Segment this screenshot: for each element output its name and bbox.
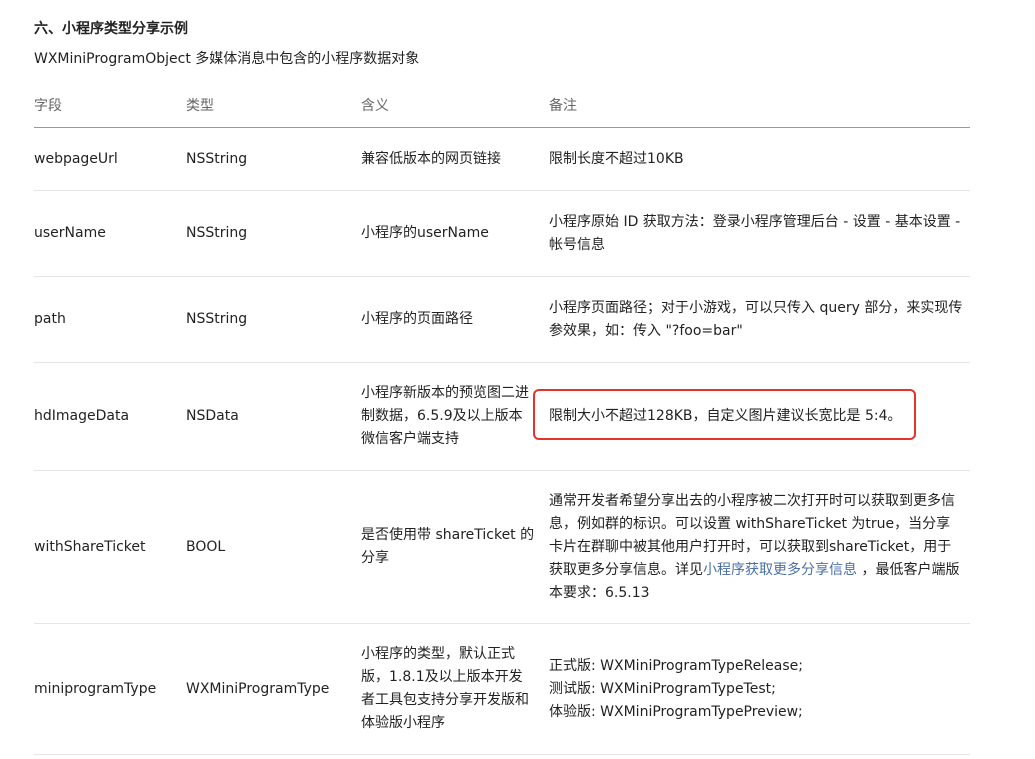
share-info-link[interactable]: 小程序获取更多分享信息 bbox=[703, 562, 857, 578]
note-cell: 限制长度不超过10KB bbox=[549, 127, 970, 191]
field-cell: webpageUrl bbox=[34, 127, 186, 191]
table-row: miniprogramType WXMiniProgramType 小程序的类型… bbox=[34, 623, 970, 755]
table-row: withShareTicket BOOL 是否使用带 shareTicket 的… bbox=[34, 470, 970, 624]
meaning-text: 小程序新版本的预览图二进制数据，6.5.9及以上版本微信客户端支持 bbox=[361, 385, 529, 447]
header-type: 类型 bbox=[186, 83, 361, 128]
note-text: 小程序原始 ID 获取方法：登录小程序管理后台 - 设置 - 基本设置 - 帐号… bbox=[549, 213, 961, 253]
section-title: 六、小程序类型分享示例 bbox=[34, 21, 188, 37]
table-header-row: 字段 类型 含义 备注 bbox=[34, 83, 970, 128]
note-text: 小程序页面路径；对于小游戏，可以只传入 query 部分，来实现传参效果，如：传… bbox=[549, 299, 963, 339]
meaning-text: 是否使用带 shareTicket 的分享 bbox=[361, 527, 535, 566]
field-cell: path bbox=[34, 276, 186, 363]
meaning-text: 小程序的类型，默认正式版，1.8.1及以上版本开发者工具包支持分享开发版和体验版… bbox=[361, 646, 529, 731]
meaning-cell: 小程序的页面路径 bbox=[361, 276, 549, 363]
note-cell: 小程序页面路径；对于小游戏，可以只传入 query 部分，来实现传参效果，如：传… bbox=[549, 276, 970, 363]
type-cell: WXMiniProgramType bbox=[186, 623, 361, 755]
meaning-cell: 小程序新版本的预览图二进制数据，6.5.9及以上版本微信客户端支持 bbox=[361, 362, 549, 471]
note-text: 正式版: WXMiniProgramTypeRelease; 测试版: WXMi… bbox=[549, 655, 970, 724]
header-field: 字段 bbox=[34, 83, 186, 128]
meaning-cell: 是否使用带 shareTicket 的分享 bbox=[361, 470, 549, 624]
type-cell: BOOL bbox=[186, 470, 361, 624]
table-row: path NSString 小程序的页面路径 小程序页面路径；对于小游戏，可以只… bbox=[34, 276, 970, 363]
type-cell: NSString bbox=[186, 190, 361, 277]
note-line-test: 测试版: WXMiniProgramTypeTest; bbox=[549, 680, 776, 697]
type-cell: NSString bbox=[186, 276, 361, 363]
meaning-cell: 小程序的类型，默认正式版，1.8.1及以上版本开发者工具包支持分享开发版和体验版… bbox=[361, 623, 549, 755]
table-row: webpageUrl NSString 兼容低版本的网页链接 限制长度不超过10… bbox=[34, 127, 970, 191]
field-cell: miniprogramType bbox=[34, 623, 186, 755]
note-text: 限制长度不超过10KB bbox=[549, 150, 684, 167]
note-text: 通常开发者希望分享出去的小程序被二次打开时可以获取到更多信息，例如群的标识。可以… bbox=[549, 490, 970, 605]
note-cell: 正式版: WXMiniProgramTypeRelease; 测试版: WXMi… bbox=[549, 623, 970, 755]
header-meaning: 含义 bbox=[361, 83, 549, 128]
field-cell: userName bbox=[34, 190, 186, 277]
note-cell: 通常开发者希望分享出去的小程序被二次打开时可以获取到更多信息，例如群的标识。可以… bbox=[549, 470, 970, 624]
meaning-cell: 兼容低版本的网页链接 bbox=[361, 127, 549, 191]
highlight-box bbox=[533, 389, 916, 440]
note-line-release: 正式版: WXMiniProgramTypeRelease; bbox=[549, 657, 803, 674]
type-cell: NSData bbox=[186, 362, 361, 471]
type-cell: NSString bbox=[186, 127, 361, 191]
field-cell: withShareTicket bbox=[34, 470, 186, 624]
note-cell: 小程序原始 ID 获取方法：登录小程序管理后台 - 设置 - 基本设置 - 帐号… bbox=[549, 190, 970, 277]
table-row: userName NSString 小程序的userName 小程序原始 ID … bbox=[34, 190, 970, 277]
section-description: WXMiniProgramObject 多媒体消息中包含的小程序数据对象 bbox=[34, 51, 420, 67]
meaning-cell: 小程序的userName bbox=[361, 190, 549, 277]
field-cell: hdImageData bbox=[34, 362, 186, 471]
note-line-preview: 体验版: WXMiniProgramTypePreview; bbox=[549, 703, 803, 720]
header-note: 备注 bbox=[549, 83, 970, 128]
